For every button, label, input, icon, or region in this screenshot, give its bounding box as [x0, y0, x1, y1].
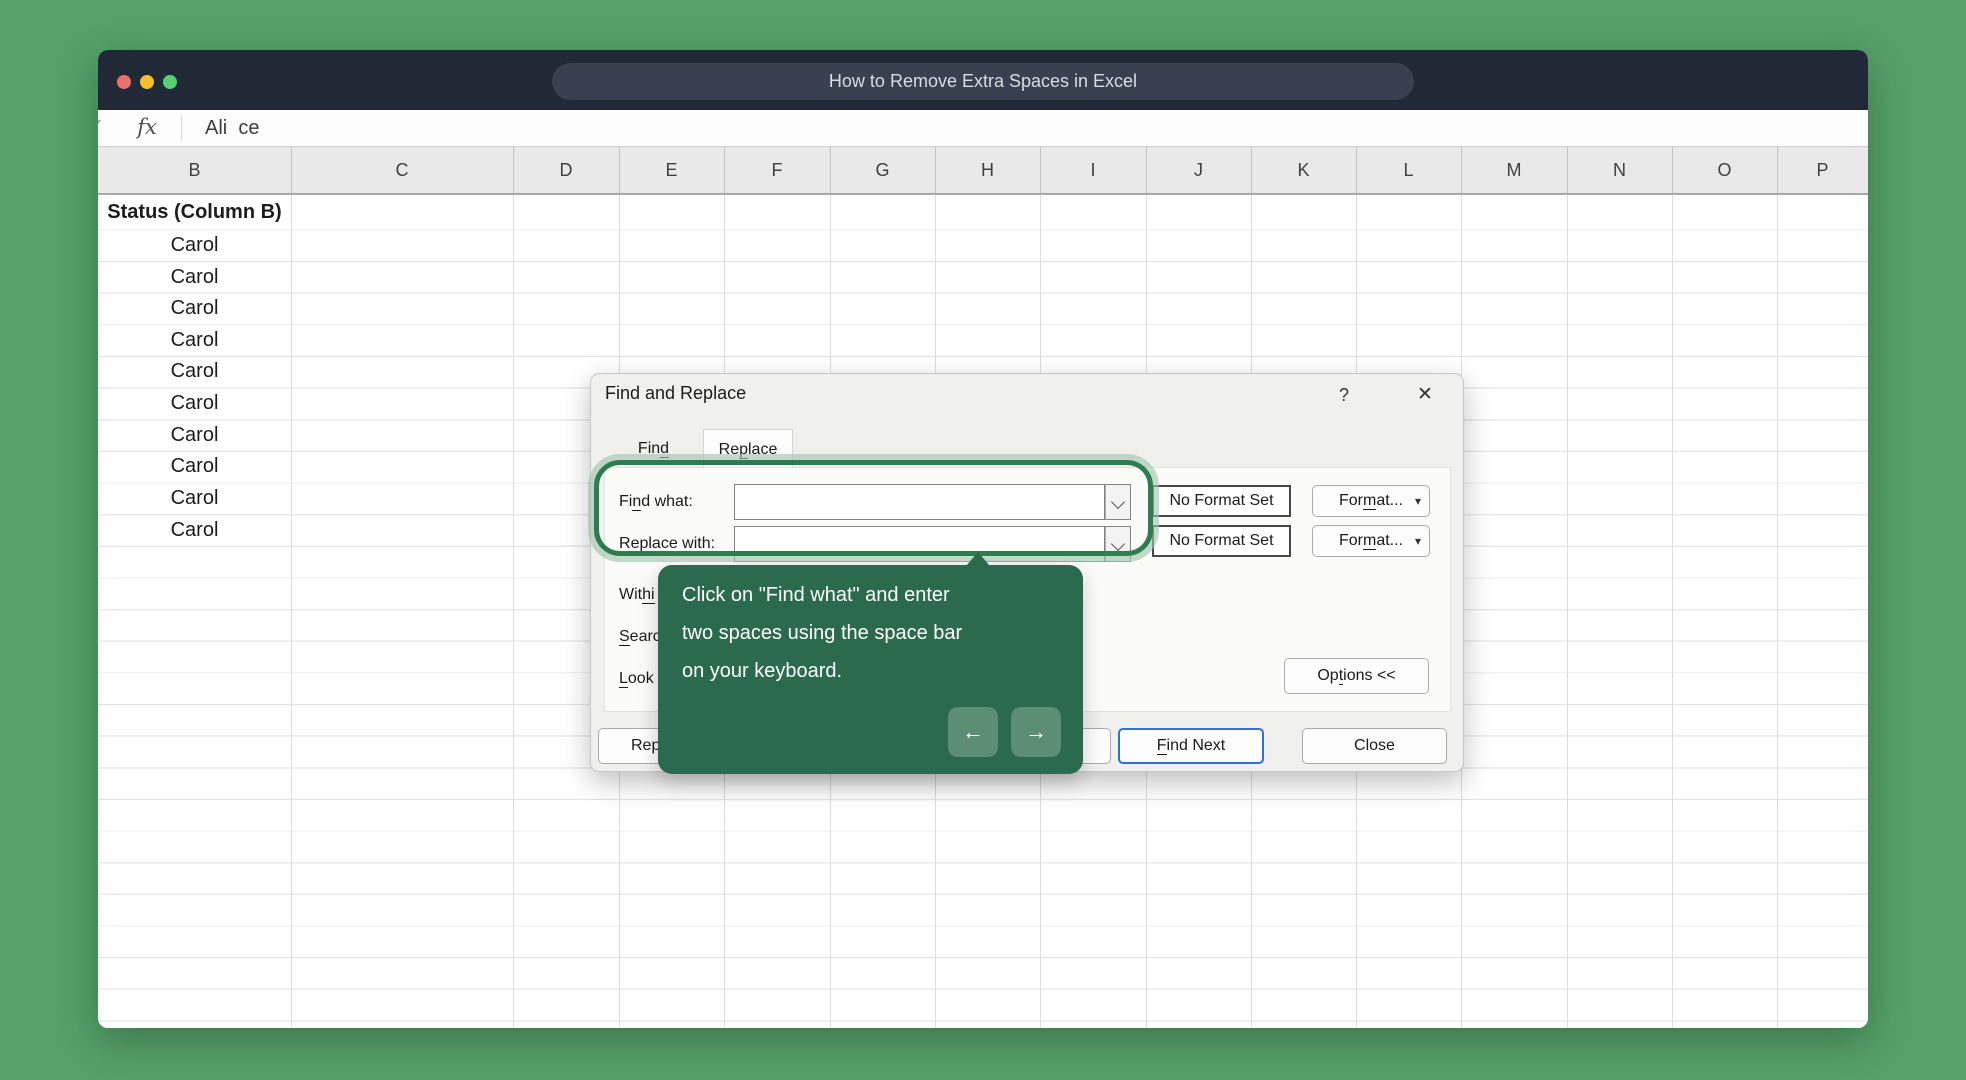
column-header-divider [1461, 147, 1462, 193]
cell-carol[interactable]: Carol [98, 451, 291, 482]
gridline-vertical [1672, 195, 1673, 1028]
find-format-button[interactable]: Format... ▾ [1312, 485, 1430, 517]
column-header-H[interactable]: H [935, 147, 1040, 193]
find-what-input[interactable] [734, 484, 1105, 520]
cell-carol[interactable]: Carol [98, 229, 291, 261]
column-header-divider [1251, 147, 1252, 193]
arrow-right-icon: → [1025, 719, 1047, 744]
dialog-title: Find and Replace [605, 383, 747, 403]
column-header-G[interactable]: G [830, 147, 935, 193]
previous-step-button[interactable]: ← [948, 707, 998, 757]
within-label: Withi [619, 586, 655, 604]
gridline-vertical [513, 195, 514, 1028]
column-header-divider [1146, 147, 1147, 193]
next-step-button[interactable]: → [1011, 707, 1061, 757]
cell-carol[interactable]: Carol [98, 261, 291, 293]
tooltip-line: Click on "Find what" and enter [682, 584, 950, 606]
column-header-P[interactable]: P [1777, 147, 1868, 193]
tooltip-line: two spaces using the space bar [682, 622, 963, 644]
close-traffic-light-icon[interactable] [117, 75, 131, 89]
column-header-J[interactable]: J [1146, 147, 1251, 193]
find-what-dropdown-button[interactable] [1105, 484, 1131, 520]
chevron-down-icon [1110, 536, 1126, 552]
cell-carol[interactable]: Carol [98, 293, 291, 324]
column-header-row: B C D E F G H I J K L M N O P [98, 147, 1868, 195]
replace-format-preview: No Format Set [1152, 525, 1291, 557]
zoom-traffic-light-icon[interactable] [163, 75, 177, 89]
formula-bar: ✓ fx Ali ce [98, 110, 1868, 147]
cell-carol[interactable]: Carol [98, 419, 291, 451]
find-next-button[interactable]: Find Next [1118, 728, 1264, 764]
cell-carol[interactable]: Carol [98, 482, 291, 514]
window-titlebar: How to Remove Extra Spaces in Excel [98, 50, 1868, 110]
cell-carol[interactable]: Carol [98, 387, 291, 419]
checkmark-icon: ✓ [98, 112, 110, 142]
column-header-E[interactable]: E [619, 147, 724, 193]
column-header-divider [830, 147, 831, 193]
column-header-divider [724, 147, 725, 193]
help-icon[interactable]: ? [1331, 382, 1357, 408]
find-what-label: Find what: [619, 493, 693, 511]
column-header-N[interactable]: N [1567, 147, 1672, 193]
dropdown-caret-icon: ▾ [1414, 534, 1421, 548]
replace-with-input[interactable] [734, 526, 1105, 562]
column-header-D[interactable]: D [513, 147, 619, 193]
formula-bar-input[interactable]: Ali ce [205, 110, 259, 146]
gridline-vertical [1567, 195, 1568, 1028]
arrow-left-icon: ← [962, 719, 984, 744]
window-title: How to Remove Extra Spaces in Excel [552, 63, 1414, 100]
close-button[interactable]: Close [1302, 728, 1447, 764]
dropdown-caret-icon: ▾ [1414, 494, 1421, 508]
chevron-down-icon [1110, 494, 1126, 510]
replace-format-button[interactable]: Format... ▾ [1312, 525, 1430, 557]
column-header-divider [1356, 147, 1357, 193]
replace-with-dropdown-button[interactable] [1105, 526, 1131, 562]
cell-B1-status-header[interactable]: Status (Column B) [98, 195, 291, 229]
formula-bar-divider [181, 115, 182, 141]
gridline-vertical [1777, 195, 1778, 1028]
column-header-divider [513, 147, 514, 193]
column-header-L[interactable]: L [1356, 147, 1461, 193]
tab-find[interactable]: Find [604, 429, 703, 469]
cell-carol[interactable]: Carol [98, 356, 291, 387]
cell-carol[interactable]: Carol [98, 324, 291, 356]
replace-with-label: Replace with: [619, 535, 716, 553]
column-header-F[interactable]: F [724, 147, 830, 193]
fx-icon: fx [137, 115, 157, 139]
column-header-M[interactable]: M [1461, 147, 1567, 193]
look-in-label: Look [619, 670, 654, 688]
column-header-divider [291, 147, 292, 193]
column-header-B[interactable]: B [98, 147, 291, 193]
column-header-divider [935, 147, 936, 193]
excel-window: How to Remove Extra Spaces in Excel ✓ fx… [98, 50, 1868, 1028]
tooltip-line: on your keyboard. [682, 660, 843, 682]
column-header-divider [1777, 147, 1778, 193]
tooltip-text: Click on "Find what" and enter two space… [682, 576, 1062, 690]
column-header-divider [1672, 147, 1673, 193]
column-header-divider [619, 147, 620, 193]
options-button[interactable]: Options << [1284, 658, 1429, 694]
close-icon[interactable]: ✕ [1411, 381, 1439, 409]
find-format-preview: No Format Set [1152, 485, 1291, 517]
column-header-divider [1567, 147, 1568, 193]
minimize-traffic-light-icon[interactable] [140, 75, 154, 89]
column-header-C[interactable]: C [291, 147, 513, 193]
column-header-O[interactable]: O [1672, 147, 1777, 193]
gridline-vertical [291, 195, 292, 1028]
tab-replace[interactable]: Replace [703, 429, 793, 470]
column-header-I[interactable]: I [1040, 147, 1146, 193]
cell-carol[interactable]: Carol [98, 514, 291, 546]
column-header-divider [1040, 147, 1041, 193]
search-label: Searc [619, 628, 661, 646]
column-header-K[interactable]: K [1251, 147, 1356, 193]
tutorial-tooltip: Click on "Find what" and enter two space… [658, 552, 1083, 774]
tooltip-caret-icon [966, 552, 990, 566]
